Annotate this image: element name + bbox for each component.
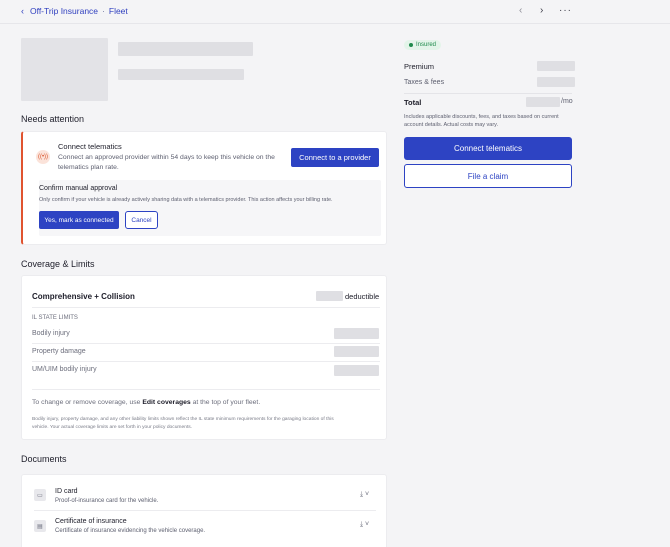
premium-label: Premium [404, 62, 435, 71]
top-bar: ‹ Off-Trip Insurance · Fleet ‹ › ··· [0, 0, 670, 24]
coverage-plan-name: Comprehensive + Collision [32, 292, 135, 301]
status-dot-icon [409, 43, 413, 47]
total-value [526, 97, 560, 107]
vehicle-details [118, 69, 244, 80]
chevron-left-icon[interactable]: ‹ [519, 5, 522, 16]
fine-print-line-1: Bodily injury, property damage, and any … [32, 417, 334, 422]
breadcrumb-parent[interactable]: Off-Trip Insurance [30, 6, 98, 16]
total-divider [404, 93, 572, 94]
manual-approval-description: Only confirm if your vehicle is already … [39, 197, 333, 203]
total-label: Total [404, 98, 422, 107]
download-icon[interactable]: ⤓ ˅ [360, 491, 369, 499]
insured-badge-label: Insured [416, 42, 437, 48]
documents-card: ▭ ID card Proof-of-insurance card for th… [21, 474, 387, 547]
manual-approval-panel: Confirm manual approval Only confirm if … [39, 180, 381, 236]
download-icon[interactable]: ⤓ ˅ [360, 521, 369, 529]
chevron-right-icon[interactable]: › [540, 5, 543, 16]
edit-coverages-link[interactable]: Edit coverages [142, 399, 190, 406]
telematics-desc-line-1: Connect an approved provider within 54 d… [58, 154, 275, 161]
change-coverage-text: To change or remove coverage, use Edit c… [32, 399, 260, 406]
limit-value-um-uim [334, 365, 379, 376]
telematics-title: Connect telematics [58, 142, 122, 151]
document-name: Certificate of insurance [55, 518, 127, 525]
document-description: Proof-of-insurance card for the vehicle. [55, 498, 159, 504]
document-description: Certificate of insurance evidencing the … [55, 528, 206, 534]
limit-row-property-damage: Property damage [32, 348, 86, 355]
telematics-desc-line-2: telematics plan rate. [58, 164, 119, 171]
telematics-description: Connect an approved provider within 54 d… [58, 153, 298, 173]
breadcrumb-separator: · [102, 6, 105, 16]
coverage-divider [32, 389, 380, 390]
pricing-note-line-2: account details. Actual costs may vary. [404, 122, 499, 128]
deductible-label: deductible [345, 292, 380, 301]
deductible-value [316, 291, 343, 301]
per-month-label: /mo [561, 98, 573, 105]
premium-value [537, 61, 575, 71]
cancel-button[interactable]: Cancel [125, 211, 158, 229]
state-limits-label: IL STATE LIMITS [32, 315, 78, 321]
connect-provider-button[interactable]: Connect to a provider [291, 148, 379, 167]
pricing-note: Includes applicable discounts, fees, and… [404, 113, 574, 129]
limit-divider [32, 361, 380, 362]
taxes-value [537, 77, 575, 87]
document-divider [34, 510, 376, 511]
change-text-post: at the top of your fleet. [190, 399, 261, 406]
vehicle-image [21, 38, 108, 101]
certificate-icon: ▤ [34, 520, 46, 532]
more-icon[interactable]: ··· [559, 5, 572, 16]
telematics-icon: ((•)) [36, 150, 50, 164]
coverage-title: Coverage & Limits [21, 259, 95, 269]
breadcrumb: ‹ Off-Trip Insurance · Fleet [21, 6, 128, 16]
needs-attention-title: Needs attention [21, 114, 85, 124]
change-text-pre: To change or remove coverage, use [32, 399, 143, 406]
connect-telematics-button[interactable]: Connect telematics [404, 137, 572, 160]
breadcrumb-current[interactable]: Fleet [109, 6, 128, 16]
file-claim-button[interactable]: File a claim [404, 164, 572, 188]
fine-print-line-2: vehicle. Your actual coverage limits are… [32, 425, 193, 430]
documents-title: Documents [21, 454, 67, 464]
manual-approval-title: Confirm manual approval [39, 185, 118, 192]
coverage-divider [32, 307, 380, 308]
mark-connected-button[interactable]: Yes, mark as connected [39, 211, 119, 229]
taxes-label: Taxes & fees [404, 79, 445, 86]
document-name: ID card [55, 488, 78, 495]
vehicle-name [118, 42, 253, 56]
id-card-icon: ▭ [34, 489, 46, 501]
pricing-note-line-1: Includes applicable discounts, fees, and… [404, 114, 559, 120]
limit-value-bodily-injury [334, 328, 379, 339]
limit-divider [32, 343, 380, 344]
coverage-card: Comprehensive + Collision deductible IL … [21, 275, 387, 440]
limit-value-property-damage [334, 346, 379, 357]
needs-attention-card: ((•)) Connect telematics Connect an appr… [21, 131, 387, 245]
coverage-fine-print: Bodily injury, property damage, and any … [32, 416, 382, 432]
insured-badge: Insured [404, 40, 442, 50]
limit-row-bodily-injury: Bodily injury [32, 330, 70, 337]
limit-row-um-uim: UM/UIM bodily injury [32, 366, 97, 373]
back-chevron-icon[interactable]: ‹ [21, 6, 24, 16]
